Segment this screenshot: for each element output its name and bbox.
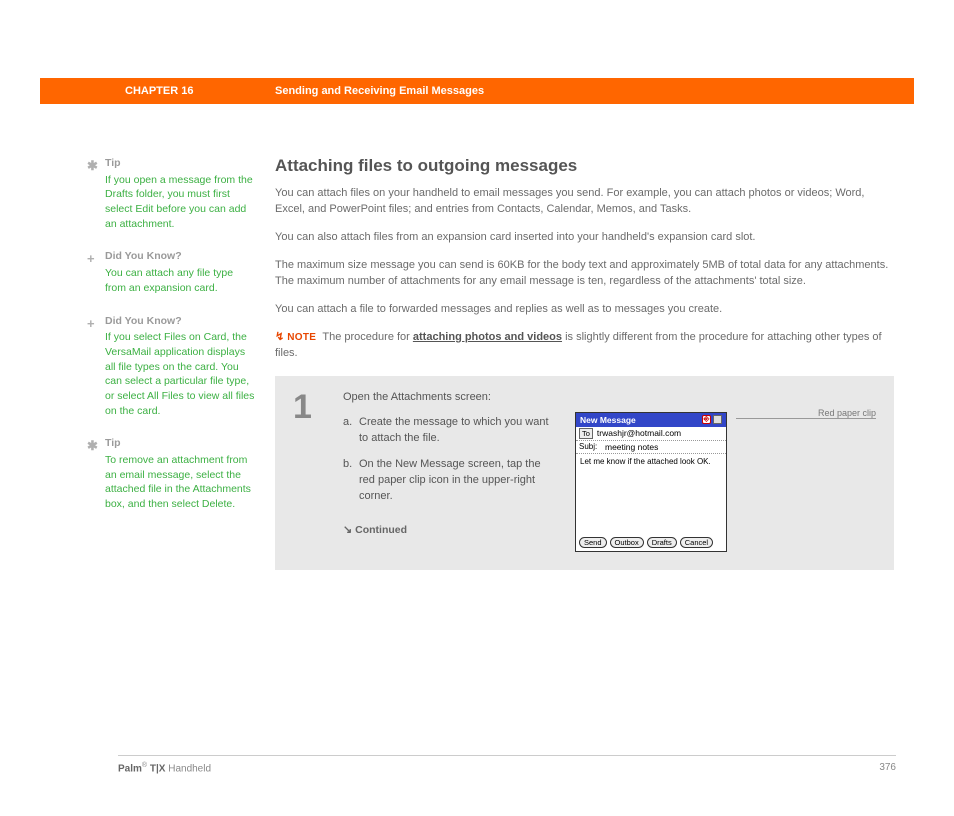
subj-label: Subj: [579,442,601,451]
to-label[interactable]: To [579,428,593,439]
page-footer: Palm® T|X Handheld 376 [118,755,896,774]
step-box: 1 Open the Attachments screen: a.Create … [275,376,894,570]
send-button[interactable]: Send [579,537,607,548]
paperclip-icon[interactable]: ⎆ [702,415,711,424]
dyk-1: + Did You Know? You can attach any file … [105,249,255,295]
dyk-2: + Did You Know? If you select Files on C… [105,314,255,419]
device-screenshot-area: Red paper clip New Message ⎆ To trwashjr… [575,390,876,552]
tip-2: ✱ Tip To remove an attachment from an em… [105,436,255,511]
asterisk-icon: ✱ [87,157,98,175]
to-value[interactable]: trwashjr@hotmail.com [597,428,681,438]
note: ↯ NOTE The procedure for attaching photo… [275,330,894,362]
note-link[interactable]: attaching photos and videos [413,331,562,343]
para-2: You can also attach files from an expans… [275,230,894,246]
page-number: 376 [879,762,896,774]
dyk-head: Did You Know? [105,249,255,264]
note-flag-icon: ↯ [275,331,284,343]
device-titlebar: New Message ⎆ [576,413,726,427]
note-label: NOTE [287,332,316,343]
para-4: You can attach a file to forwarded messa… [275,302,894,318]
sidebar: ✱ Tip If you open a message from the Dra… [40,156,275,570]
note-text-pre: The procedure for [322,331,413,343]
chapter-label: CHAPTER 16 [40,85,275,97]
device-buttons: Send Outbox Drafts Cancel [576,534,726,551]
product-name: Palm® T|X Handheld [118,762,211,774]
outbox-button[interactable]: Outbox [610,537,644,548]
dyk-head: Did You Know? [105,314,255,329]
to-row: To trwashjr@hotmail.com [576,427,726,441]
device-title: New Message [580,415,636,425]
step-lead: Open the Attachments screen: [343,390,553,406]
device-body[interactable]: Let me know if the attached look OK. [576,454,726,534]
callout-line [736,418,876,419]
cancel-button[interactable]: Cancel [680,537,713,548]
para-3: The maximum size message you can send is… [275,258,894,290]
tip-body: If you open a message from the Drafts fo… [105,173,255,232]
dyk-body: You can attach any file type from an exp… [105,266,255,295]
para-1: You can attach files on your handheld to… [275,186,894,218]
tip-head: Tip [105,436,255,451]
chapter-header: CHAPTER 16 Sending and Receiving Email M… [40,78,914,104]
callout-label: Red paper clip [814,408,876,418]
tip-body: To remove an attachment from an email me… [105,453,255,512]
section-heading: Attaching files to outgoing messages [275,156,894,176]
drafts-button[interactable]: Drafts [647,537,677,548]
asterisk-icon: ✱ [87,437,98,455]
device-screen: New Message ⎆ To trwashjr@hotmail.com Su… [575,412,727,552]
dyk-body: If you select Files on Card, the VersaMa… [105,330,255,418]
step-a: a.Create the message to which you want t… [343,415,553,447]
continued: ↘ Continued [343,523,553,539]
tip-head: Tip [105,156,255,171]
step-instructions: Open the Attachments screen: a.Create th… [343,390,553,552]
chapter-title: Sending and Receiving Email Messages [275,85,914,97]
subj-value[interactable]: meeting notes [605,442,658,452]
step-number: 1 [293,390,321,552]
card-icon[interactable] [713,415,722,424]
tip-1: ✱ Tip If you open a message from the Dra… [105,156,255,231]
subj-row: Subj: meeting notes [576,441,726,454]
arrow-down-right-icon: ↘ [343,524,352,536]
plus-icon: + [87,250,95,268]
step-b: b.On the New Message screen, tap the red… [343,457,553,505]
main-content: Attaching files to outgoing messages You… [275,156,914,570]
plus-icon: + [87,315,95,333]
